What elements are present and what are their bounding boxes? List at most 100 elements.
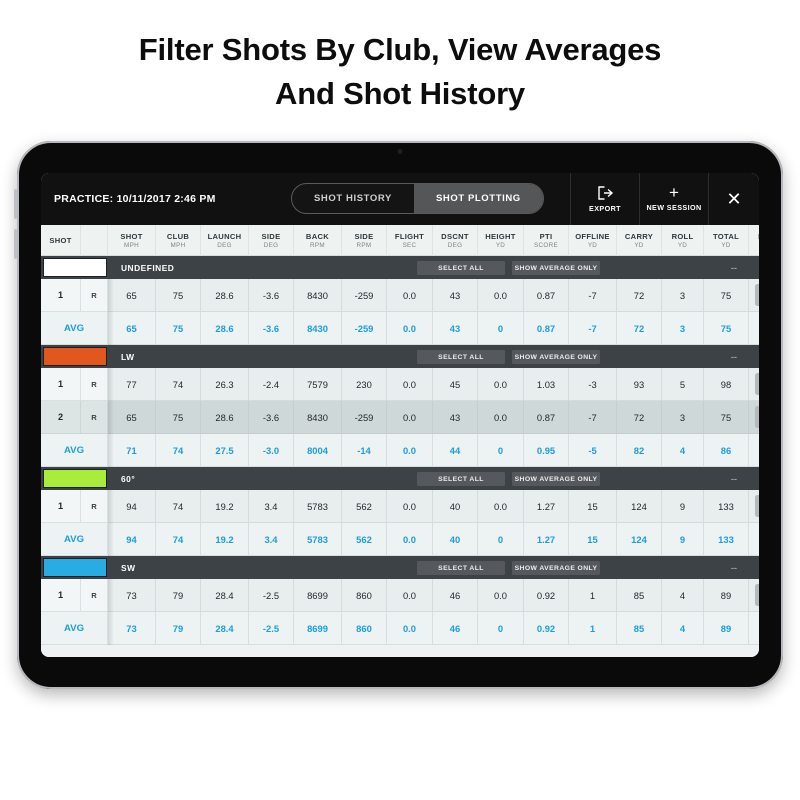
- export-button[interactable]: EXPORT: [570, 173, 639, 225]
- shot-handedness: R: [81, 579, 108, 612]
- delete-shot-cell: ✕: [749, 279, 759, 312]
- column-header-launch-4[interactable]: LAUNCH DEG: [201, 225, 249, 256]
- average-metric-flight: 0.0: [387, 523, 433, 556]
- club-color-swatch[interactable]: [43, 258, 107, 277]
- shot-metric-pti: 0.92: [524, 579, 569, 612]
- tab-shot-plotting[interactable]: SHOT PLOTTING: [413, 184, 543, 213]
- average-metric-launch: 28.4: [201, 612, 249, 645]
- tab-shot-history[interactable]: SHOT HISTORY: [292, 184, 414, 213]
- shot-metric-dscnt: 43: [433, 401, 478, 434]
- column-header-unit: SEC: [402, 242, 417, 249]
- show-average-only-button[interactable]: SHOW AVERAGE ONLY: [512, 349, 600, 364]
- shot-metric-dscnt: 45: [433, 368, 478, 401]
- select-all-button[interactable]: SELECT ALL: [417, 471, 505, 486]
- collapse-group-button[interactable]: --: [731, 563, 737, 573]
- club-color-swatch[interactable]: [43, 347, 107, 366]
- shot-metric-roll: 4: [662, 579, 704, 612]
- delete-shot-button[interactable]: ✕: [754, 495, 759, 517]
- average-metric-club: 74: [156, 523, 201, 556]
- shot-row[interactable]: 1R737928.4-2.586998600.0460.00.92185489✕: [41, 579, 759, 612]
- shot-metric-side: -259: [342, 401, 387, 434]
- shot-row[interactable]: 1 R 77 74 26.3 -2.4 7579 230 0.0 45 0.0 1.03 -3 93 5 98…: [41, 368, 759, 401]
- shot-handedness: R: [81, 279, 108, 312]
- club-group-actions: SELECT ALL SHOW AVERAGE ONLY: [417, 560, 600, 575]
- column-header-title: DELETE: [758, 232, 759, 241]
- average-metric-total: 75: [704, 312, 749, 345]
- column-header-carry-13[interactable]: CARRY YD: [617, 225, 662, 256]
- column-header-height-10[interactable]: HEIGHT YD: [478, 225, 524, 256]
- club-group-actions: SELECT ALL SHOW AVERAGE ONLY: [417, 260, 600, 275]
- view-mode-segmented-control[interactable]: SHOT HISTORY SHOT PLOTTING: [291, 183, 544, 214]
- front-camera: [397, 149, 403, 154]
- select-all-button[interactable]: SELECT ALL: [417, 560, 505, 575]
- delete-shot-button[interactable]: ✕: [754, 406, 759, 428]
- shot-row[interactable]: 1 R 65 75 28.6 -3.6 8430 -259 0.0 43 0.0 0.87 -7 72 3 7…: [41, 279, 759, 312]
- average-metric-height: 0: [478, 523, 524, 556]
- column-header-delete-16[interactable]: DELETESHOT: [749, 225, 759, 256]
- column-header-blank-1[interactable]: [81, 225, 108, 256]
- column-header-back-6[interactable]: BACK RPM: [294, 225, 342, 256]
- average-metric-launch: 27.5: [201, 434, 249, 467]
- column-header-unit: YD: [721, 242, 731, 249]
- average-metric-side: 562: [342, 523, 387, 556]
- average-metric-carry: 82: [617, 434, 662, 467]
- collapse-group-button[interactable]: --: [731, 352, 737, 362]
- shot-metric-side: 562: [342, 490, 387, 523]
- column-header-total-15[interactable]: TOTAL YD: [704, 225, 749, 256]
- shot-row[interactable]: 1 R 94 74 19.2 3.4 5783 562 0.0 40 0.0 1.27 15 124 9 13…: [41, 490, 759, 523]
- page-title-line-1: Filter Shots By Club, View Averages: [138, 32, 662, 67]
- average-metric-roll: 3: [662, 312, 704, 345]
- export-label: EXPORT: [589, 203, 621, 213]
- column-header-shot-0[interactable]: SHOT: [41, 225, 81, 256]
- shot-metric-launch: 28.4: [201, 579, 249, 612]
- club-color-swatch[interactable]: [43, 469, 107, 488]
- show-average-only-button[interactable]: SHOW AVERAGE ONLY: [512, 260, 600, 275]
- collapse-group-button[interactable]: --: [731, 474, 737, 484]
- volume-down-button[interactable]: [14, 229, 17, 259]
- shot-metric-back: 5783: [294, 490, 342, 523]
- delete-shot-button[interactable]: ✕: [754, 584, 759, 606]
- column-header-shot-2[interactable]: SHOT MPH: [108, 225, 156, 256]
- tablet-device: PRACTICE: 10/11/2017 2:46 PM SHOT HISTOR…: [14, 141, 783, 689]
- column-header-roll-14[interactable]: ROLL YD: [662, 225, 704, 256]
- column-header-pti-11[interactable]: PTI SCORE: [524, 225, 569, 256]
- delete-shot-button[interactable]: ✕: [754, 284, 759, 306]
- column-header-title: CARRY: [624, 232, 654, 241]
- column-header-title: FLIGHT: [394, 232, 425, 241]
- column-header-side-7[interactable]: SIDE RPM: [342, 225, 387, 256]
- shot-metric-flight: 0.0: [387, 279, 433, 312]
- shot-row[interactable]: 2 R 65 75 28.6 -3.6 8430 -259 0.0 43 0.0 0.87 -7 72 3 7…: [41, 401, 759, 434]
- volume-up-button[interactable]: [14, 189, 17, 219]
- collapse-group-button[interactable]: --: [731, 263, 737, 273]
- average-label: AVG: [41, 434, 108, 467]
- shot-metric-total: 75: [704, 279, 749, 312]
- column-header-unit: YD: [634, 242, 644, 249]
- average-metric-launch: 28.6: [201, 312, 249, 345]
- average-metric-roll: 4: [662, 434, 704, 467]
- column-header-unit: SCORE: [534, 242, 558, 249]
- tablet-screen: PRACTICE: 10/11/2017 2:46 PM SHOT HISTOR…: [41, 173, 759, 657]
- show-average-only-button[interactable]: SHOW AVERAGE ONLY: [512, 560, 600, 575]
- column-header-dscnt-9[interactable]: DSCNT DEG: [433, 225, 478, 256]
- shot-number: 1: [41, 490, 81, 523]
- top-actions: EXPORT + NEW SESSION ✕: [570, 173, 759, 225]
- select-all-button[interactable]: SELECT ALL: [417, 349, 505, 364]
- average-metric-height: 0: [478, 612, 524, 645]
- average-metric-roll: 9: [662, 523, 704, 556]
- new-session-button[interactable]: + NEW SESSION: [639, 173, 708, 225]
- select-all-button[interactable]: SELECT ALL: [417, 260, 505, 275]
- column-header-club-3[interactable]: CLUB MPH: [156, 225, 201, 256]
- shot-metric-shot: 77: [108, 368, 156, 401]
- close-button[interactable]: ✕: [708, 173, 759, 225]
- average-metric-total: 89: [704, 612, 749, 645]
- column-header-title: SHOT: [120, 232, 143, 241]
- column-header-side-5[interactable]: SIDE DEG: [249, 225, 294, 256]
- average-metric-carry: 85: [617, 612, 662, 645]
- club-color-swatch[interactable]: [43, 558, 107, 577]
- column-header-offline-12[interactable]: OFFLINE YD: [569, 225, 617, 256]
- average-metric-back: 5783: [294, 523, 342, 556]
- column-header-flight-8[interactable]: FLIGHT SEC: [387, 225, 433, 256]
- average-row: AVG 73 79 28.4 -2.5 8699 860 0.0 46 0 0.92 1 85 4 89: [41, 612, 759, 645]
- delete-shot-button[interactable]: ✕: [754, 373, 759, 395]
- show-average-only-button[interactable]: SHOW AVERAGE ONLY: [512, 471, 600, 486]
